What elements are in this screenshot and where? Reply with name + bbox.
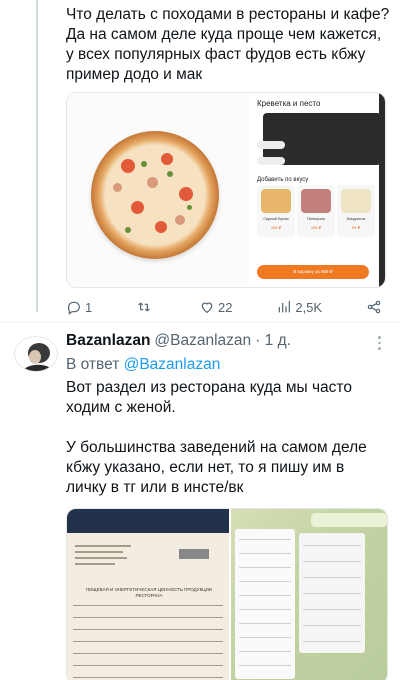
tweet-header: Bazanlazan @Bazanlazan · 1 д.: [66, 332, 390, 354]
tweet-text: Вот раздел из ресторана куда мы часто хо…: [66, 379, 367, 496]
reply-button[interactable]: 1: [66, 299, 92, 315]
avatar[interactable]: [14, 336, 58, 372]
author-handle[interactable]: @Bazanlazan: [154, 332, 251, 350]
item-price: 159 ₽: [270, 225, 282, 230]
item-price: 139 ₽: [310, 225, 322, 230]
tweet-time[interactable]: · 1 д.: [255, 332, 291, 350]
views-count: 2,5K: [295, 299, 323, 315]
avatar-image: [15, 337, 57, 371]
product-title: Креветка и песто: [257, 99, 321, 108]
recommendation-item: Пепперони 139 ₽: [297, 185, 335, 237]
recommendations-title: Добавить по вкусу: [257, 177, 309, 183]
signature-mark: [179, 549, 209, 559]
item-price: 99 ₽: [351, 225, 361, 230]
menu-document-image: ПИЩЕВАЯ И ЭНЕРГЕТИЧЕСКАЯ ЦЕННОСТЬ ПРОДУК…: [67, 509, 229, 680]
retweet-button[interactable]: [136, 299, 155, 315]
chat-attachment: [235, 529, 295, 679]
views-icon: [279, 301, 291, 313]
chat-screenshot: [231, 509, 387, 680]
heart-icon: [201, 302, 213, 314]
add-to-cart-button: В корзину за 959 ₽: [257, 265, 369, 279]
item-name: Сырный бортик: [263, 217, 289, 221]
reply-count: 1: [85, 299, 93, 315]
author-name[interactable]: Bazanlazan: [66, 332, 150, 350]
recommendation-item: Сырный бортик 159 ₽: [257, 185, 295, 237]
pizza-illustration: [91, 131, 219, 259]
share-icon: [367, 300, 381, 314]
document-header: [67, 509, 229, 533]
tweet-media-screenshot[interactable]: Креветка и песто Добавить по вкусу Сырны…: [66, 92, 386, 288]
tweet-media-gallery[interactable]: ПИЩЕВАЯ И ЭНЕРГЕТИЧЕСКАЯ ЦЕННОСТЬ ПРОДУК…: [66, 508, 388, 680]
reply-icon: [67, 301, 80, 315]
chat-message: [311, 513, 387, 527]
views-button[interactable]: 2,5K: [276, 299, 322, 315]
item-name: Моцарелла: [346, 217, 366, 221]
reply-context: В ответ @Bazanlazan: [66, 356, 220, 374]
item-image: [341, 189, 371, 213]
like-count: 22: [217, 299, 233, 315]
size-selector: [257, 141, 285, 149]
scrollbar: [379, 93, 385, 287]
document-title: ПИЩЕВАЯ И ЭНЕРГЕТИЧЕСКАЯ ЦЕННОСТЬ ПРОДУК…: [85, 587, 213, 598]
like-button[interactable]: 22: [199, 299, 232, 315]
tweet-divider: [0, 322, 400, 323]
reply-prefix: В ответ: [66, 356, 120, 373]
chat-attachment: [299, 533, 365, 653]
dough-selector: [257, 157, 285, 165]
product-panel: Креветка и песто Добавить по вкусу Сырны…: [253, 93, 385, 287]
reply-handle-link[interactable]: @Bazanlazan: [124, 356, 221, 373]
item-name: Пепперони: [307, 217, 325, 221]
tweet-text: Что делать с походами в рестораны и кафе…: [66, 6, 390, 83]
tweet-actions: 1 22 2,5K: [66, 298, 382, 316]
retweet-icon: [138, 302, 150, 312]
share-button[interactable]: [366, 299, 382, 315]
recommendation-item: Моцарелла 99 ₽: [337, 185, 375, 237]
pizza-image: [67, 93, 249, 287]
item-image: [261, 189, 291, 213]
item-image: [301, 189, 331, 213]
more-options-icon[interactable]: [378, 336, 382, 352]
thread-connector-line: [36, 0, 38, 312]
